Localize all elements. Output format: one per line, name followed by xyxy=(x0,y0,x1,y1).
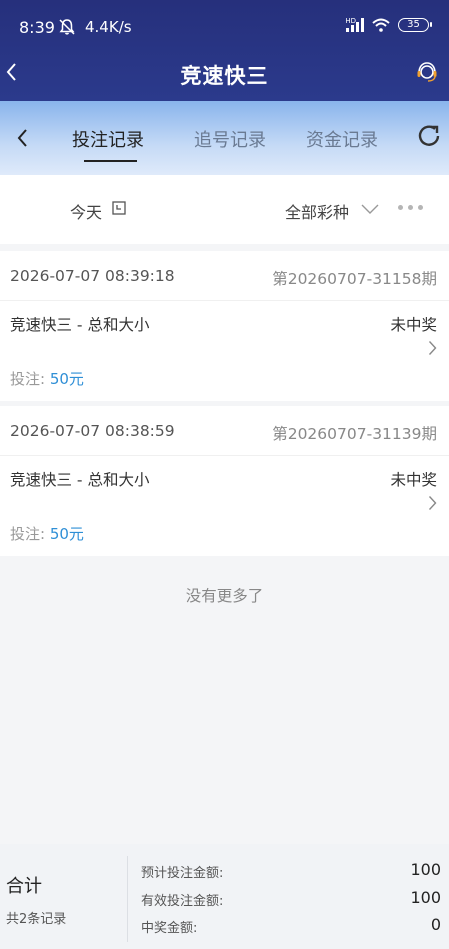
summary-label: 预计投注金额: xyxy=(141,866,224,881)
battery-icon: 35 xyxy=(398,18,432,32)
summary-footer: 合计 共2条记录 预计投注金额: 100 有效投注金额: 100 中奖金额: 0 xyxy=(0,844,449,949)
chevron-left-icon[interactable] xyxy=(16,128,28,148)
signal-icon xyxy=(346,18,364,32)
summary-divider xyxy=(127,856,128,942)
active-tab-indicator xyxy=(84,160,137,162)
customer-service-icon[interactable] xyxy=(415,60,439,84)
refresh-icon[interactable] xyxy=(416,123,442,149)
top-bar: 8:39 4.4K/s HD 35 竞速快三 xyxy=(0,0,449,101)
record-time: 2026-07-07 08:38:59 xyxy=(10,422,175,440)
bell-muted-icon xyxy=(59,19,75,35)
page-title: 竞速快三 xyxy=(180,64,269,88)
no-more-text: 没有更多了 xyxy=(185,587,264,605)
card-divider xyxy=(0,455,449,456)
chevron-down-icon[interactable] xyxy=(360,203,380,215)
summary-value: 100 xyxy=(410,860,441,879)
bet-record-card[interactable]: 2026-07-07 08:39:18 第20260707-31158期 竞速快… xyxy=(0,251,449,401)
summary-title: 合计 xyxy=(6,876,42,897)
date-filter[interactable]: 今天 xyxy=(70,199,102,223)
record-result: 未中奖 xyxy=(390,316,437,334)
net-speed: 4.4K/s xyxy=(85,18,132,36)
status-time: 8:39 xyxy=(19,18,55,37)
bet-record-card[interactable]: 2026-07-07 08:38:59 第20260707-31139期 竞速快… xyxy=(0,406,449,556)
filter-bar: 今天 全部彩种 xyxy=(0,175,449,244)
bet-label: 投注: xyxy=(10,370,46,388)
wifi-icon xyxy=(372,18,390,32)
chevron-right-icon[interactable] xyxy=(428,495,437,511)
record-bet: 投注: 50元 xyxy=(10,368,84,389)
tab-fund-records[interactable]: 资金记录 xyxy=(306,126,378,152)
card-divider xyxy=(0,300,449,301)
record-time: 2026-07-07 08:39:18 xyxy=(10,267,175,285)
bet-amount: 50元 xyxy=(49,370,84,388)
record-bet: 投注: 50元 xyxy=(10,523,84,544)
summary-row: 有效投注金额: 100 xyxy=(141,888,441,909)
lottery-type-filter[interactable]: 全部彩种 xyxy=(285,199,349,223)
summary-row: 预计投注金额: 100 xyxy=(141,860,441,881)
bet-amount: 50元 xyxy=(49,525,84,543)
record-period: 第20260707-31158期 xyxy=(272,270,437,288)
record-count: 共2条记录 xyxy=(6,912,67,927)
summary-value: 100 xyxy=(410,888,441,907)
summary-row: 中奖金额: 0 xyxy=(141,915,441,936)
tab-bet-records[interactable]: 投注记录 xyxy=(72,126,144,152)
calendar-icon[interactable] xyxy=(112,201,126,215)
record-tabs: 投注记录 追号记录 资金记录 xyxy=(0,101,449,175)
record-result: 未中奖 xyxy=(390,471,437,489)
summary-value: 0 xyxy=(430,915,441,934)
summary-label: 中奖金额: xyxy=(141,921,198,936)
chevron-right-icon[interactable] xyxy=(428,340,437,356)
bet-label: 投注: xyxy=(10,525,46,543)
battery-level: 35 xyxy=(407,19,420,30)
status-bar: 8:39 4.4K/s HD 35 xyxy=(0,0,449,50)
more-options-icon[interactable] xyxy=(398,205,423,210)
summary-label: 有效投注金额: xyxy=(141,894,224,909)
record-game: 竞速快三 - 总和大小 xyxy=(10,471,150,489)
record-game: 竞速快三 - 总和大小 xyxy=(10,316,150,334)
record-period: 第20260707-31139期 xyxy=(272,425,437,443)
tab-chase-records[interactable]: 追号记录 xyxy=(194,126,266,152)
